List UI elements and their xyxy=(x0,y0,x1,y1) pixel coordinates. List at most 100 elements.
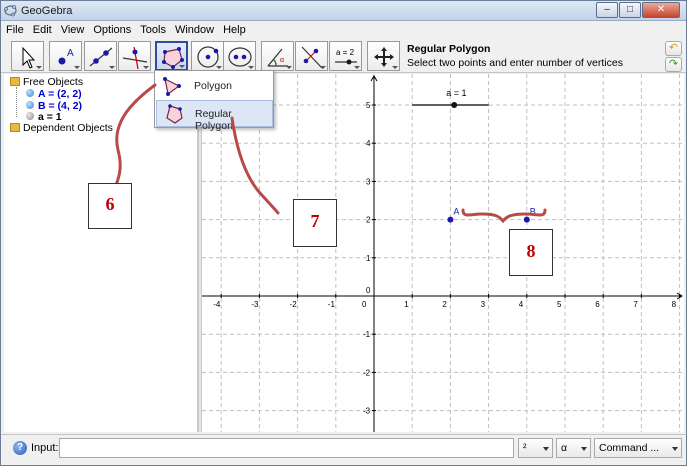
x-tick-label: -1 xyxy=(328,300,336,309)
input-label: Input: xyxy=(31,442,59,454)
menu-tools[interactable]: Tools xyxy=(135,21,170,39)
tool-help-panel: Regular Polygon Select two points and en… xyxy=(407,43,623,69)
visibility-dot-icon[interactable] xyxy=(26,101,34,109)
y-tick-label: 0 xyxy=(366,286,371,295)
move-graphics-tool-button[interactable] xyxy=(367,41,400,71)
y-tick-label: 5 xyxy=(366,101,371,110)
input-bar: ? Input: ² α Command ... xyxy=(1,434,686,464)
algebra-item-text: A = (2, 2) xyxy=(38,88,82,100)
free-objects-label: Free Objects xyxy=(23,76,84,88)
minimize-button[interactable]: – xyxy=(596,2,618,18)
tool-menu-arrow-icon xyxy=(74,66,80,69)
point-label: A xyxy=(453,207,459,217)
tool-menu-arrow-icon xyxy=(248,66,254,69)
x-tick-label: 3 xyxy=(481,300,486,309)
perpendicular-tool-button[interactable] xyxy=(118,41,151,71)
dependent-objects-label: Dependent Objects xyxy=(23,122,113,134)
x-tick-label: 4 xyxy=(519,300,524,309)
annotation-6: 6 xyxy=(88,183,132,229)
x-tick-label: 7 xyxy=(633,300,638,309)
symbol-combo-value: α xyxy=(561,442,568,454)
regular-polygon-icon xyxy=(166,104,183,124)
annotation-8: 8 xyxy=(509,229,553,276)
polygon-icon xyxy=(163,77,181,96)
input-field[interactable] xyxy=(59,438,514,458)
geogebra-window: GeoGebra – □ ✕ File Edit View Options To… xyxy=(0,0,687,466)
polygon-tool-button[interactable] xyxy=(155,41,188,71)
geogebra-logo-icon xyxy=(4,5,17,17)
help-icon[interactable]: ? xyxy=(13,441,27,455)
algebra-item-a-point[interactable]: A = (2, 2) xyxy=(26,88,82,100)
symbol-combo[interactable]: α xyxy=(556,438,591,458)
x-tick-label: 8 xyxy=(672,300,677,309)
title-bar: GeoGebra – □ ✕ xyxy=(1,1,686,21)
tool-help-description: Select two points and enter number of ve… xyxy=(407,57,623,69)
tree-folder-dependent-objects[interactable]: Dependent Objects xyxy=(10,122,113,134)
reflect-tool-button[interactable] xyxy=(295,41,328,71)
maximize-button[interactable]: □ xyxy=(619,2,641,18)
chevron-down-icon xyxy=(543,447,549,451)
undo-icon: ↶ xyxy=(668,42,679,54)
x-tick-label: 1 xyxy=(404,300,409,309)
y-tick-label: 1 xyxy=(366,254,371,263)
undo-button[interactable]: ↶ xyxy=(665,41,682,56)
slider-tool-label: a = 2 xyxy=(336,48,355,57)
tool-menu-arrow-icon xyxy=(36,66,42,69)
redo-icon: ↷ xyxy=(668,58,679,70)
visibility-dot-icon[interactable] xyxy=(26,89,34,97)
polygon-tool-dropdown: Polygon Regular Polygon xyxy=(154,70,274,132)
toolbar: A α a = 2 Regular Polygon Select two poi… xyxy=(1,39,686,73)
x-tick-label: -4 xyxy=(213,300,221,309)
graphics-canvas[interactable]: -4-3-2-10123456786543210-1-2-3a = 1AB xyxy=(202,74,684,432)
menu-window[interactable]: Window xyxy=(170,21,218,39)
menu-edit[interactable]: Edit xyxy=(28,21,56,39)
window-title: GeoGebra xyxy=(21,5,73,17)
tool-menu-arrow-icon xyxy=(392,66,398,69)
x-tick-label: -2 xyxy=(290,300,298,309)
menu-file[interactable]: File xyxy=(1,21,28,39)
graphics-view[interactable]: -4-3-2-10123456786543210-1-2-3a = 1AB xyxy=(202,74,684,432)
dropdown-item-polygon[interactable]: Polygon xyxy=(156,73,273,100)
tree-connector xyxy=(16,87,17,117)
tool-menu-arrow-icon xyxy=(109,66,115,69)
menu-view[interactable]: View xyxy=(56,21,89,39)
visibility-dot-icon[interactable] xyxy=(26,112,34,120)
x-tick-label: 2 xyxy=(442,300,447,309)
menu-bar: File Edit View Options Tools Window Help xyxy=(1,21,686,39)
point-b xyxy=(523,216,530,223)
x-tick-label: 5 xyxy=(557,300,562,309)
slider-tool-button[interactable]: a = 2 xyxy=(329,41,362,71)
tree-folder-free-objects[interactable]: Free Objects xyxy=(10,76,83,88)
chevron-down-icon xyxy=(581,447,587,451)
ellipse-tool-button[interactable] xyxy=(223,41,256,71)
line-tool-button[interactable] xyxy=(84,41,117,71)
exponent-combo[interactable]: ² xyxy=(518,438,553,458)
y-tick-label: 2 xyxy=(366,216,371,225)
y-tick-label: 3 xyxy=(366,177,371,186)
exponent-combo-value: ² xyxy=(523,442,527,454)
redo-button[interactable]: ↷ xyxy=(665,57,682,72)
x-tick-label: 0 xyxy=(362,300,367,309)
y-tick-label: -3 xyxy=(363,407,371,416)
close-button[interactable]: ✕ xyxy=(642,2,680,18)
move-tool-button[interactable] xyxy=(11,41,44,71)
menu-options[interactable]: Options xyxy=(88,21,135,39)
y-tick-label: 4 xyxy=(366,139,371,148)
point-a xyxy=(447,216,454,223)
angle-tool-button[interactable]: α xyxy=(261,41,294,71)
point-tool-button[interactable]: A xyxy=(49,41,82,71)
window-controls: – □ ✕ xyxy=(595,2,680,18)
tool-menu-arrow-icon xyxy=(286,66,292,69)
tool-menu-arrow-icon xyxy=(354,66,360,69)
command-combo[interactable]: Command ... xyxy=(594,438,682,458)
point-tool-label: A xyxy=(67,48,74,59)
folder-icon xyxy=(10,123,20,132)
svg-text:α: α xyxy=(280,57,284,64)
tool-help-title: Regular Polygon xyxy=(407,43,491,55)
menu-help[interactable]: Help xyxy=(218,21,250,39)
slider-label: a = 1 xyxy=(446,88,466,98)
annotation-7: 7 xyxy=(293,199,337,247)
dropdown-item-regular-polygon[interactable]: Regular Polygon xyxy=(156,100,273,132)
circle-tool-button[interactable] xyxy=(191,41,224,71)
x-tick-label: -3 xyxy=(251,300,259,309)
